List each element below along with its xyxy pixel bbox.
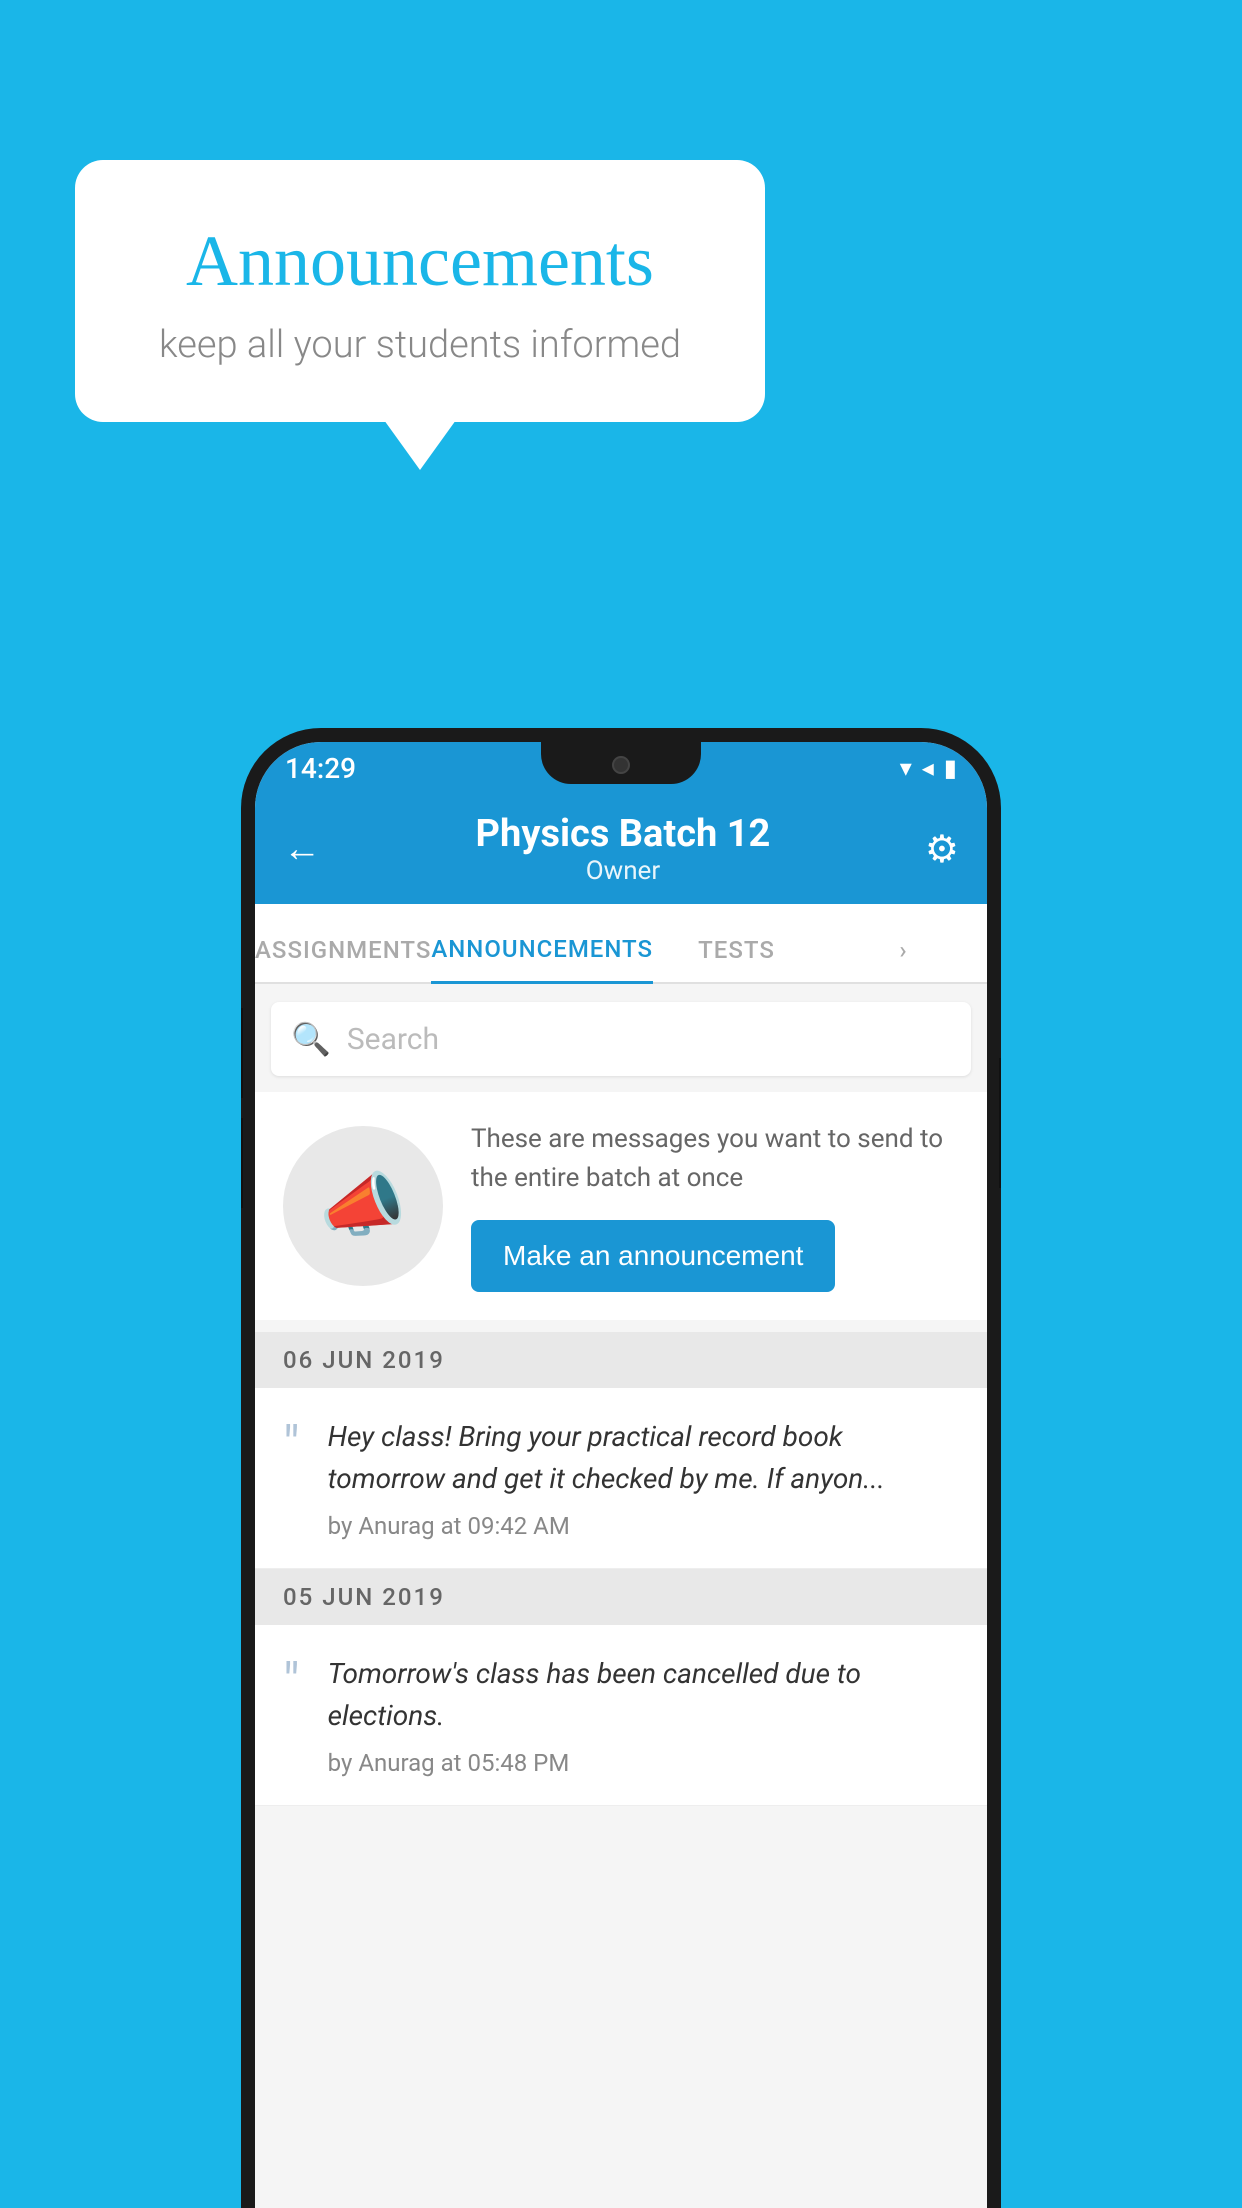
promo-description: These are messages you want to send to t… [471,1120,959,1198]
search-placeholder: Search [347,1022,439,1057]
power-button [999,1058,1001,1188]
volume-down-button [241,1118,243,1208]
promo-icon-circle: 📣 [283,1126,443,1286]
battery-icon: ▮ [944,754,957,782]
batch-title: Physics Batch 12 [476,812,771,856]
announcement-text-2: Tomorrow's class has been cancelled due … [328,1653,959,1777]
megaphone-icon: 📣 [319,1165,406,1247]
tab-announcements[interactable]: ANNOUNCEMENTS [431,935,653,984]
back-button[interactable]: ← [283,827,321,871]
date-section-2: 05 JUN 2019 [255,1569,987,1625]
announcement-message-1: Hey class! Bring your practical record b… [328,1416,959,1500]
bubble-subtitle: keep all your students informed [125,323,715,367]
tabs-bar: ASSIGNMENTS ANNOUNCEMENTS TESTS › [255,904,987,984]
tab-tests[interactable]: TESTS [653,936,820,982]
settings-button[interactable]: ⚙ [925,827,959,872]
tab-more[interactable]: › [820,936,987,982]
search-icon: 🔍 [291,1020,331,1058]
announcement-message-2: Tomorrow's class has been cancelled due … [328,1653,959,1737]
date-section-1: 06 JUN 2019 [255,1332,987,1388]
content-area: 🔍 Search 📣 These are messages you want t… [255,986,987,2208]
announcement-by-2: by Anurag at 05:48 PM [328,1749,959,1777]
promo-right: These are messages you want to send to t… [471,1120,959,1292]
announcement-item-2[interactable]: " Tomorrow's class has been cancelled du… [255,1625,987,1806]
camera-dot [612,756,630,774]
header-subtitle: Owner [476,856,771,886]
announcement-item-1[interactable]: " Hey class! Bring your practical record… [255,1388,987,1569]
announcement-text-1: Hey class! Bring your practical record b… [328,1416,959,1540]
search-bar[interactable]: 🔍 Search [271,1002,971,1076]
status-icons: ▾ ◂ ▮ [900,754,957,782]
tab-assignments[interactable]: ASSIGNMENTS [255,936,431,982]
promo-block: 📣 These are messages you want to send to… [255,1092,987,1320]
bubble-title: Announcements [125,220,715,303]
make-announcement-button[interactable]: Make an announcement [471,1220,835,1292]
header-title-block: Physics Batch 12 Owner [476,812,771,886]
quote-icon-2: " [283,1657,300,1709]
phone-notch [541,742,701,784]
status-time: 14:29 [285,752,356,785]
phone-frame: 14:29 ▾ ◂ ▮ ← Physics Batch 12 Owner ⚙ A… [241,728,1001,2208]
speech-bubble: Announcements keep all your students inf… [75,160,765,422]
signal-icon: ◂ [922,754,934,782]
quote-icon-1: " [283,1420,300,1472]
app-header: ← Physics Batch 12 Owner ⚙ [255,794,987,904]
announcement-by-1: by Anurag at 09:42 AM [328,1512,959,1540]
wifi-icon: ▾ [900,754,912,782]
volume-up-button [241,1008,243,1098]
